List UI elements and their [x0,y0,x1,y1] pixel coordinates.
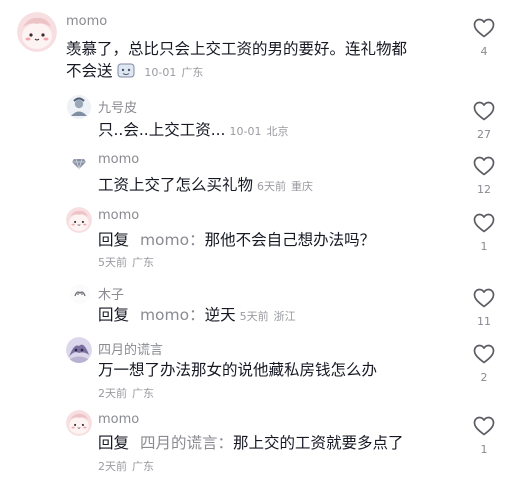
reply-item: momo 回复 momo：那他不会自己想办法吗？ 5天前 广东 1 [0,203,512,275]
like-count: 1 [480,240,488,253]
comment-meta: 2天前 广东 [98,458,154,474]
like-count: 12 [477,183,491,196]
comment-text-content: 工资上交了怎么买礼物 [98,176,254,194]
comment-author[interactable]: momo [98,208,139,223]
heart-outline-icon [472,414,496,438]
comment-author[interactable]: momo [66,14,107,29]
comment-item: momo 羡慕了，总比只会上交工资的男的要好。连礼物都 不会送 10-01 广东 … [0,0,512,84]
comment-date: 2天前 [98,387,127,400]
comment-text-content: 只..会..上交工资... [98,121,226,139]
comment-author[interactable]: 九号皮 [98,97,137,116]
like-button[interactable]: 4 [470,16,498,58]
reply-item: momo 回复 四月的谎言：那上交的工资就要多点了 2天前 广东 1 [0,406,512,486]
comment-date: 10-01 [229,125,262,138]
reply-to-user[interactable]: momo： [140,231,205,249]
avatar[interactable] [66,207,92,233]
comment-meta: 2天前 广东 [98,385,154,401]
comment-author[interactable]: momo [98,152,139,167]
reply-prefix: 回复 [98,231,130,249]
heart-outline-icon [472,286,496,310]
like-count: 11 [477,315,491,328]
comment-text-content: 那上交的工资就要多点了 [232,434,404,452]
comment-location: 北京 [266,125,289,138]
comment-location: 广东 [181,66,204,79]
comment-text: 回复 四月的谎言：那上交的工资就要多点了 [98,432,458,454]
avatar[interactable] [70,284,90,304]
comment-author[interactable]: 四月的谎言 [98,339,163,358]
comment-meta: 5天前 广东 [98,254,154,270]
comment-text: 回复 momo：那他不会自己想办法吗？ [98,229,458,251]
comment-text-line: 羡慕了，总比只会上交工资的男的要好。连礼物都 [66,40,408,58]
like-count: 1 [480,443,488,456]
reply-to-user[interactable]: 四月的谎言： [140,434,233,452]
comment-date: 5天前 [98,256,127,269]
comment-text: 回复 momo：逆天 5天前 浙江 [98,304,458,328]
reply-item: 四月的谎言 万一想了办法那女的说他藏私房钱怎么办 2天前 广东 2 [0,334,512,404]
heart-outline-icon [472,99,496,123]
comment-location: 广东 [132,256,154,269]
like-count: 2 [480,371,488,384]
heart-outline-icon [472,342,496,366]
like-count: 27 [477,128,491,141]
comment-text-line: 不会送 [66,62,113,80]
comment-text-content: 万一想了办法那女的说他藏私房钱怎么办 [98,361,378,379]
reply-prefix: 回复 [98,306,130,324]
comment-location: 广东 [132,387,154,400]
reply-item: 木子 回复 momo：逆天 5天前 浙江 11 [0,278,512,334]
comment-location: 浙江 [273,310,296,323]
like-button[interactable]: 2 [470,342,498,384]
like-button[interactable]: 1 [470,211,498,253]
comment-date: 10-01 [144,66,177,79]
comment-text: 工资上交了怎么买礼物 6天前 重庆 [98,174,458,198]
avatar[interactable] [66,337,92,363]
comment-date: 2天前 [98,460,127,473]
comment-author[interactable]: momo [98,412,139,427]
reply-item: momo 工资上交了怎么买礼物 6天前 重庆 12 [0,148,512,202]
comment-text-content: 逆天 [204,306,236,324]
comment-text: 只..会..上交工资... 10-01 北京 [98,119,458,143]
comment-meta: 5天前 浙江 [240,310,296,323]
heart-outline-icon [472,154,496,178]
heart-outline-icon [472,16,496,40]
reply-to-user[interactable]: momo： [140,306,205,324]
avatar[interactable] [71,155,87,171]
comment-text: 万一想了办法那女的说他藏私房钱怎么办 [98,359,458,381]
comment-date: 5天前 [239,310,269,323]
reply-prefix: 回复 [98,434,130,452]
comment-location: 重庆 [291,180,314,193]
avatar[interactable] [66,410,92,436]
comment-meta: 6天前 重庆 [257,180,313,193]
comment-location: 广东 [132,460,154,473]
emoji-sticker-icon [117,63,135,78]
heart-outline-icon [472,211,496,235]
comment-meta: 10-01 北京 [230,125,289,138]
comment-text-content: 那他不会自己想办法吗？ [204,231,376,249]
comment-meta: 10-01 广东 [144,66,203,79]
like-count: 4 [480,45,488,58]
comment-author[interactable]: 木子 [98,284,124,303]
like-button[interactable]: 12 [470,154,498,196]
comment-text: 羡慕了，总比只会上交工资的男的要好。连礼物都 不会送 10-01 广东 [66,38,462,84]
like-button[interactable]: 1 [470,414,498,456]
reply-item: 九号皮 只..会..上交工资... 10-01 北京 27 [0,90,512,148]
comment-date: 6天前 [257,180,287,193]
like-button[interactable]: 27 [470,99,498,141]
avatar[interactable] [67,95,91,119]
like-button[interactable]: 11 [470,286,498,328]
avatar[interactable] [17,12,57,52]
